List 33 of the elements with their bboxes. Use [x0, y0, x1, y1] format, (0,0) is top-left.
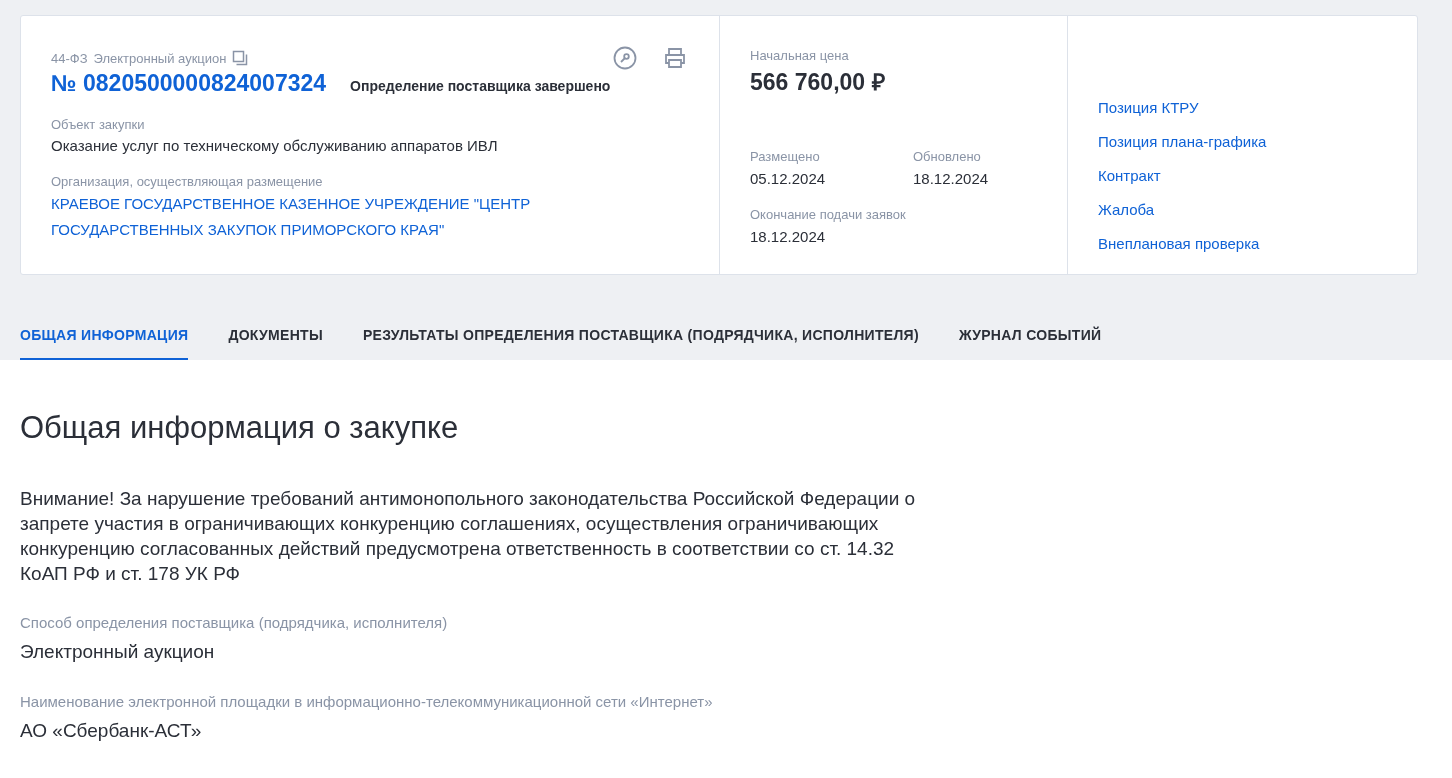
related-link[interactable]: Позиция КТРУ	[1098, 96, 1387, 119]
section-title: Общая информация о закупке	[20, 410, 460, 446]
related-link[interactable]: Контракт	[1098, 164, 1387, 187]
status-text: Определение поставщика завершено	[350, 78, 611, 94]
related-link[interactable]: Позиция плана-графика	[1098, 130, 1387, 153]
date-value: 18.12.2024	[913, 170, 990, 187]
print-icon[interactable]	[663, 46, 687, 70]
related-link[interactable]: Жалоба	[1098, 198, 1387, 221]
price-value: 566 760,00 ₽	[750, 68, 886, 97]
tab[interactable]: ДОКУМЕНТЫ	[228, 315, 323, 360]
purchase-number-link[interactable]: № 0820500000824007324	[51, 70, 327, 97]
law-label: 44-ФЗ	[51, 50, 88, 66]
date-value: 18.12.2024	[750, 228, 827, 245]
tab[interactable]: ОБЩАЯ ИНФОРМАЦИЯ	[20, 315, 189, 360]
method-label: Электронный аукцион	[93, 50, 227, 66]
field-label: Наименование электронной площадки в информационно-телекоммуникационной сети «Интернет»	[20, 693, 714, 710]
date-label: Обновлено	[913, 149, 982, 164]
organization-link[interactable]: КРАЕВОЕ ГОСУДАРСТВЕННОЕ КАЗЕННОЕ УЧРЕЖДЕНИЕ "ЦЕНТР ГОСУДАРСТВЕННЫХ ЗАКУПОК ПРИМОРСКОГО КРАЯ"	[51, 191, 581, 243]
field-label: Способ определения поставщика (подрядчика, исполнителя)	[20, 614, 449, 631]
field-value: АО «Сбербанк-АСТ»	[20, 720, 203, 742]
object-label: Объект закупки	[51, 117, 146, 132]
organization-label: Организация, осуществляющая размещение	[51, 174, 324, 189]
tab[interactable]: ЖУРНАЛ СОБЫТИЙ	[958, 315, 1102, 360]
date-label: Окончание подачи заявок	[750, 207, 907, 222]
tab[interactable]: РЕЗУЛЬТАТЫ ОПРЕДЕЛЕНИЯ ПОСТАВЩИКА (ПОДРЯДЧИКА, ИСПОЛНИТЕЛЯ)	[362, 315, 919, 360]
related-link[interactable]: Внеплановая проверка	[1098, 232, 1387, 255]
object-text: Оказание услуг по техническому обслуживанию аппаратов ИВЛ	[51, 137, 499, 154]
price-label: Начальная цена	[750, 48, 850, 63]
date-label: Размещено	[750, 149, 821, 164]
date-value: 05.12.2024	[750, 170, 827, 187]
field-value: Электронный аукцион	[20, 641, 216, 663]
copy-icon[interactable]	[232, 50, 249, 66]
warning-text: Внимание! За нарушение требований антимонопольного законодательства Российской Федерации о запрете участия в ограничивающих конкуренцию соглашениях, осуществления ограничивающих конкуренцию согласованных действий предусмотрена ответственность в соответствии со ст. 14.32 КоАП РФ и ст. 178 УК РФ	[20, 487, 917, 586]
